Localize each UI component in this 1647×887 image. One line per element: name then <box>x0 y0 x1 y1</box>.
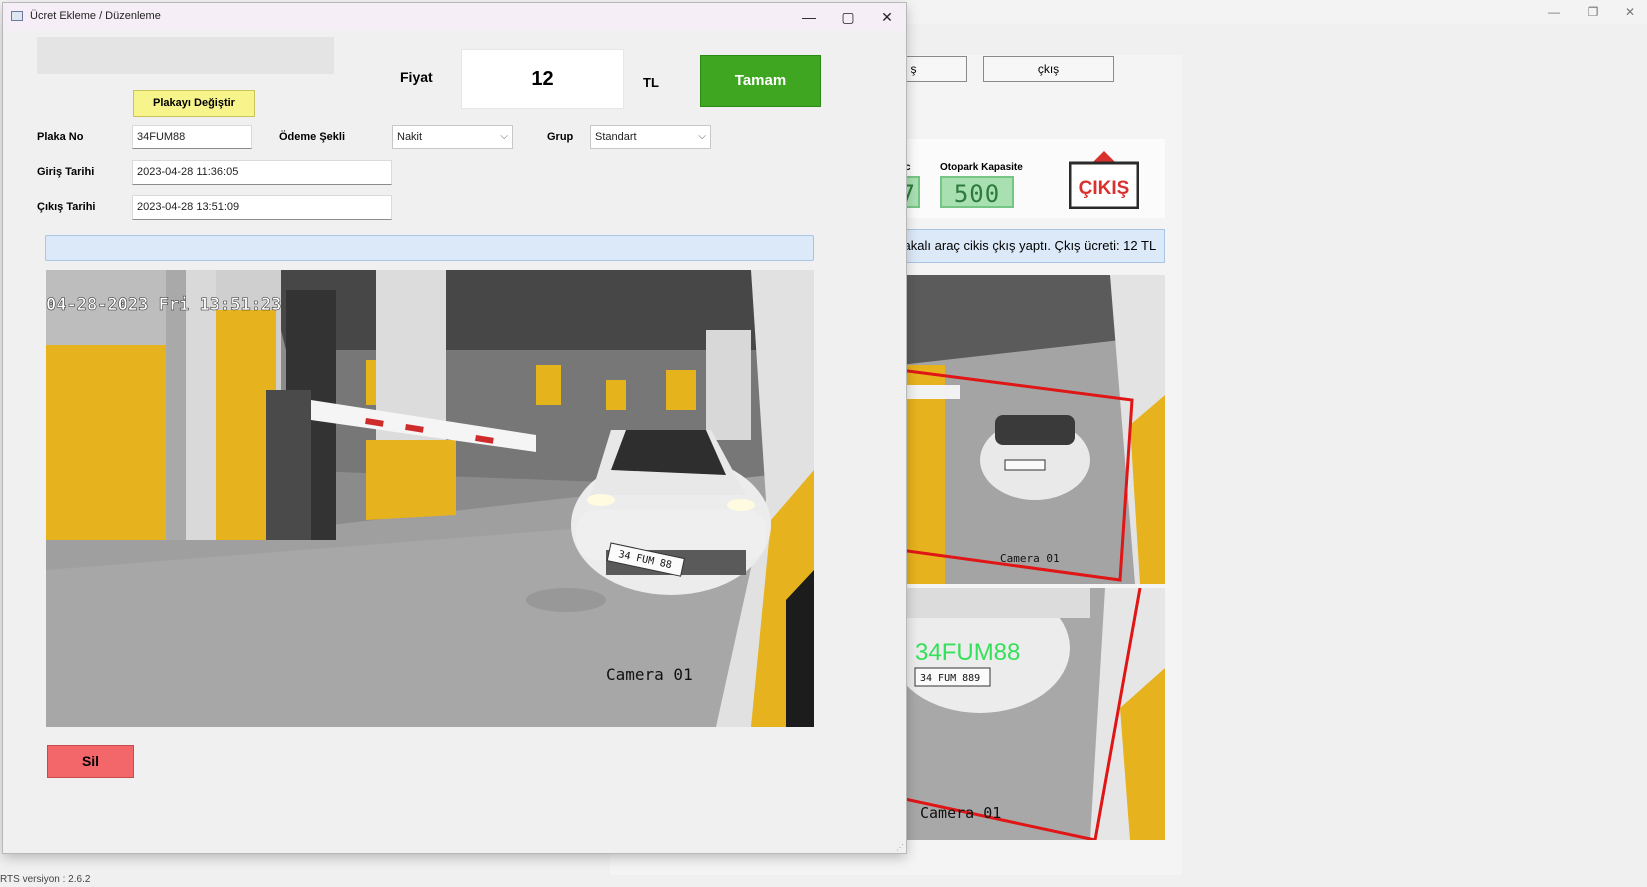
payment-label: Ödeme Şekli <box>279 131 346 143</box>
resize-grip-icon[interactable]: ⋰ <box>896 843 904 852</box>
change-plate-button[interactable]: Plakayı Değiştir <box>133 90 255 117</box>
payment-selected-value: Nakit <box>397 131 423 143</box>
background-plate-overlay: 34FUM88 <box>915 639 1020 666</box>
delete-button[interactable]: Sil <box>47 745 134 778</box>
background-minimize-button[interactable]: — <box>1538 2 1570 22</box>
background-restore-button[interactable]: ❐ <box>1577 2 1609 22</box>
chevron-down-icon: ⌵ <box>500 131 508 142</box>
capacity-label: Otopark Kapasite <box>940 162 1023 173</box>
plate-input[interactable]: 34FUM88 <box>132 125 252 149</box>
background-exit-button[interactable]: çkış <box>983 56 1114 82</box>
exit-sign-icon: ÇIKIŞ <box>1069 151 1139 209</box>
entry-date-label: Giriş Tarihi <box>37 166 95 178</box>
price-label: Fiyat <box>400 69 433 85</box>
background-camera-top: Camera 01 <box>900 275 1165 584</box>
capacity-display: 500 <box>940 176 1014 208</box>
minimize-button[interactable]: — <box>794 7 824 27</box>
camera-label: Camera 01 <box>606 665 693 684</box>
exit-date-label: Çıkış Tarihi <box>37 201 96 213</box>
group-selected-value: Standart <box>595 131 637 143</box>
close-button[interactable]: ✕ <box>872 7 902 27</box>
chevron-down-icon: ⌵ <box>698 131 706 142</box>
dialog-title: Ücret Ekleme / Düzenleme <box>30 10 161 22</box>
group-select[interactable]: Standart ⌵ <box>590 125 711 149</box>
app-window-icon <box>11 11 23 21</box>
group-label: Grup <box>547 131 574 143</box>
background-camera-bottom: 34 FUM 889 34FUM88 Camera 01 <box>900 588 1165 840</box>
camera-timestamp: 04-28-2023 Fri 13:51:23 <box>46 295 281 315</box>
entry-date-input[interactable]: 2023-04-28 11:36:05 <box>132 160 392 185</box>
info-bar <box>45 235 814 261</box>
fee-dialog: Ücret Ekleme / Düzenleme — ▢ ✕ Plakayı D… <box>3 3 906 853</box>
background-status-message: Plakalı araç cikis çkış yaptı. Çkış ücre… <box>885 229 1165 263</box>
plate-image-placeholder <box>37 37 334 74</box>
ok-button[interactable]: Tamam <box>700 55 821 107</box>
background-camera-top-label: Camera 01 <box>1000 552 1060 565</box>
plate-label: Plaka No <box>37 131 84 143</box>
payment-select[interactable]: Nakit ⌵ <box>392 125 513 149</box>
maximize-button[interactable]: ▢ <box>833 7 863 27</box>
background-close-button[interactable]: ✕ <box>1614 2 1646 22</box>
currency-label: TL <box>643 75 659 90</box>
price-input[interactable]: 12 <box>461 49 624 109</box>
background-camera-bottom-label: Camera 01 <box>920 804 1001 822</box>
background-camera-plate: 34 FUM 889 <box>920 673 980 684</box>
exit-date-input[interactable]: 2023-04-28 13:51:09 <box>132 195 392 220</box>
camera-snapshot: 34 FUM 88 04-28-2023 Fri 13:51:23 Camera… <box>46 270 814 727</box>
exit-sign-text: ÇIKIŞ <box>1079 178 1130 199</box>
dialog-titlebar[interactable]: Ücret Ekleme / Düzenleme — ▢ ✕ <box>3 3 906 31</box>
version-label: RTS versiyon : 2.6.2 <box>0 874 91 885</box>
